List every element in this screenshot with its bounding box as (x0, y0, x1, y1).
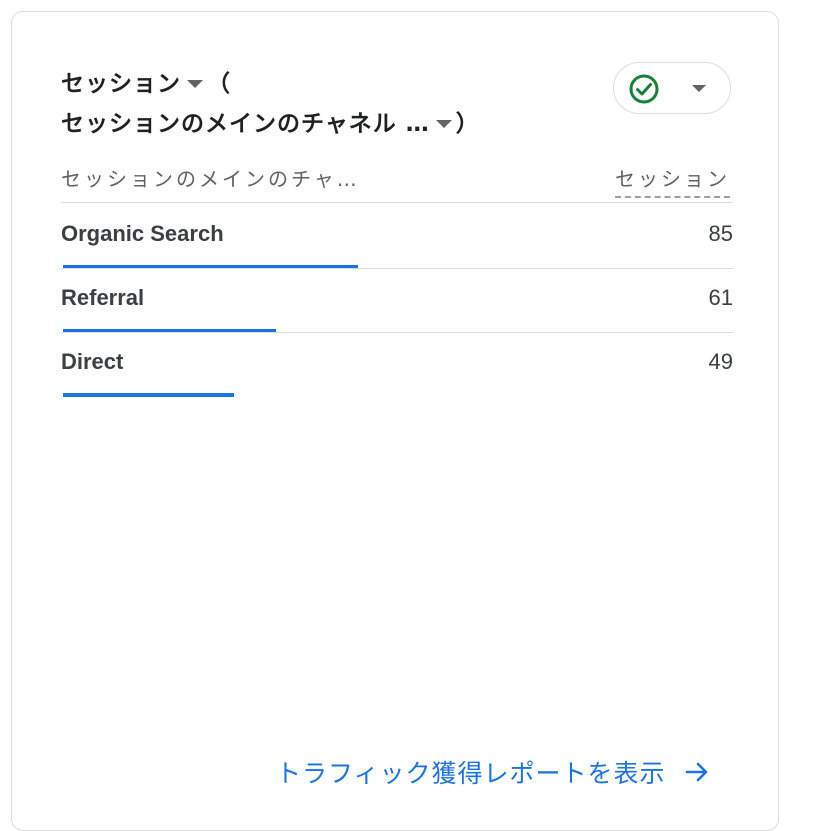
sessions-by-channel-card: セッション （ セッションのメインのチャネル … ） セッションのメインのチャ…… (11, 11, 779, 831)
dimension-column-header: セッションのメインのチャ… (61, 167, 360, 191)
row-value: 61 (708, 285, 733, 310)
dimension-dropdown-icon[interactable] (435, 120, 452, 128)
footer-link-label: トラフィック獲得レポートを表示 (276, 759, 666, 788)
row-value: 49 (708, 349, 733, 374)
row-divider (61, 332, 733, 333)
view-traffic-acquisition-report-link[interactable]: トラフィック獲得レポートを表示 (276, 754, 710, 790)
row-label: Direct (61, 349, 124, 374)
row-value: 85 (708, 221, 733, 246)
metric-selector-label[interactable]: セッション (61, 64, 181, 104)
check-circle-icon (629, 74, 659, 104)
chevron-down-icon (692, 85, 706, 92)
metric-column-header[interactable]: セッション (615, 164, 730, 198)
row-share-bar (63, 393, 234, 397)
data-quality-status-button[interactable] (613, 62, 731, 114)
card-title: セッション （ セッションのメインのチャネル … ） (61, 64, 581, 144)
dimension-selector-label[interactable]: セッションのメインのチャネル … (61, 104, 430, 144)
header-divider (61, 202, 733, 203)
title-paren-open: （ (207, 71, 231, 97)
row-divider (61, 268, 733, 269)
arrow-right-icon (685, 762, 707, 782)
metric-dropdown-icon[interactable] (187, 80, 203, 88)
row-label: Organic Search (61, 221, 224, 246)
row-label: Referral (61, 285, 145, 310)
table-row: Direct 49 (61, 341, 733, 405)
row-bar-track (63, 393, 733, 397)
title-paren-close: ） (455, 111, 480, 137)
